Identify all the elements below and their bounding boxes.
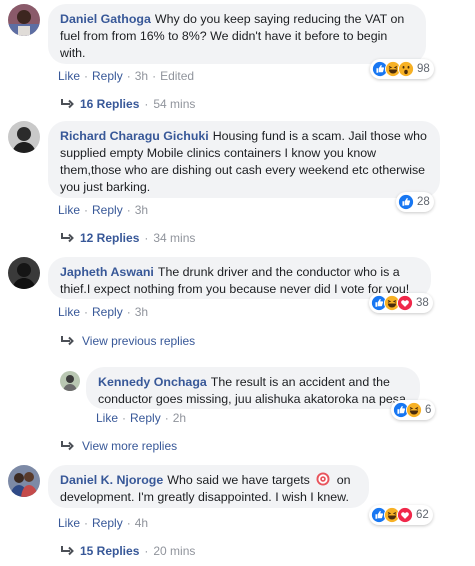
reaction-summary[interactable]: 28	[396, 192, 434, 212]
replies-link[interactable]: 16 Replies · 54 mins	[60, 97, 195, 111]
edited-label[interactable]: Edited	[160, 69, 194, 83]
comment-bubble: Japheth Aswani The drunk driver and the c…	[48, 257, 431, 299]
reaction-summary[interactable]: 62	[369, 505, 433, 525]
timestamp[interactable]: 3h	[135, 69, 148, 83]
direct-hit-icon	[316, 472, 330, 486]
love-icon	[397, 507, 413, 523]
comment-actions: Like · Reply · 3h	[58, 305, 149, 319]
reply-link[interactable]: Reply	[92, 305, 123, 319]
like-icon	[398, 194, 414, 210]
comment-bubble: Richard Charagu Gichuki Housing fund is a…	[48, 121, 440, 198]
reply-reaction-summary[interactable]: 6	[391, 400, 436, 420]
comment-text: Who said we have targets	[167, 473, 310, 487]
replies-link[interactable]: 15 Replies · 20 mins	[60, 544, 195, 558]
avatar[interactable]	[8, 465, 40, 497]
timestamp[interactable]: 3h	[135, 305, 148, 319]
reply-arrow-icon	[60, 232, 74, 244]
reply-arrow-icon	[60, 545, 74, 557]
avatar[interactable]	[8, 121, 40, 153]
comment-richard-charagu-gichuki: Richard Charagu Gichuki Housing fund is a…	[0, 115, 475, 253]
comment-author[interactable]: Richard Charagu Gichuki	[60, 129, 209, 143]
timestamp[interactable]: 3h	[135, 203, 148, 217]
like-link[interactable]: Like	[58, 203, 80, 217]
view-more-replies-link[interactable]: View more replies	[60, 439, 177, 453]
comment-actions: Like · Reply · 4h	[58, 516, 149, 530]
reaction-count: 6	[425, 404, 432, 416]
replies-count[interactable]: 12 Replies	[80, 231, 139, 245]
reply-arrow-icon	[60, 440, 74, 452]
replies-count[interactable]: 16 Replies	[80, 97, 139, 111]
comment-daniel-gathoga: Daniel Gathoga Why do you keep saying red…	[0, 0, 475, 115]
reply-link[interactable]: Reply	[92, 69, 123, 83]
comment-bubble: Daniel K. Njoroge Who said we have target…	[48, 465, 369, 508]
reply-bubble: Kennedy Onchaga The result is an accident…	[86, 367, 420, 409]
comment-actions: Like · Reply · 3h · Edited	[58, 69, 195, 83]
comment-bubble: Daniel Gathoga Why do you keep saying red…	[48, 4, 426, 64]
view-more-replies-label[interactable]: View more replies	[82, 439, 177, 453]
comment-daniel-k-njoroge: Daniel K. Njoroge Who said we have target…	[0, 461, 475, 566]
reply-arrow-icon	[60, 335, 74, 347]
reply-avatar[interactable]	[60, 371, 80, 391]
reply-link[interactable]: Reply	[92, 203, 123, 217]
timestamp[interactable]: 4h	[135, 516, 148, 530]
reply-arrow-icon	[60, 98, 74, 110]
replies-count[interactable]: 15 Replies	[80, 544, 139, 558]
love-icon	[397, 295, 413, 311]
reaction-count: 28	[417, 196, 430, 208]
avatar[interactable]	[8, 257, 40, 289]
reply-link[interactable]: Reply	[92, 516, 123, 530]
reaction-summary[interactable]: 38	[369, 293, 433, 313]
like-link[interactable]: Like	[58, 305, 80, 319]
view-previous-replies-link[interactable]: View previous replies	[60, 334, 195, 348]
reaction-count: 98	[417, 63, 430, 75]
comment-author[interactable]: Daniel K. Njoroge	[60, 473, 163, 487]
comment-actions: Like · Reply · 3h	[58, 203, 149, 217]
replies-time: 54 mins	[153, 97, 196, 111]
replies-link[interactable]: 12 Replies · 34 mins	[60, 231, 195, 245]
like-link[interactable]: Like	[58, 69, 80, 83]
comment-author[interactable]: Japheth Aswani	[60, 265, 154, 279]
wow-icon	[398, 61, 414, 77]
reaction-summary[interactable]: 98	[370, 59, 434, 79]
avatar[interactable]	[8, 4, 40, 36]
replies-time: 34 mins	[153, 231, 196, 245]
comment-author[interactable]: Daniel Gathoga	[60, 12, 151, 26]
reaction-count: 62	[416, 509, 429, 521]
view-previous-replies-label[interactable]: View previous replies	[82, 334, 195, 348]
like-link[interactable]: Like	[96, 411, 118, 425]
reply-link[interactable]: Reply	[130, 411, 161, 425]
replies-time: 20 mins	[153, 544, 196, 558]
haha-icon	[406, 402, 422, 418]
timestamp[interactable]: 2h	[173, 411, 186, 425]
reply-actions: Like · Reply · 2h	[96, 411, 187, 425]
comment-japheth-aswani: Japheth Aswani The drunk driver and the c…	[0, 253, 475, 461]
reaction-count: 38	[416, 297, 429, 309]
reply-author[interactable]: Kennedy Onchaga	[98, 375, 207, 389]
like-link[interactable]: Like	[58, 516, 80, 530]
